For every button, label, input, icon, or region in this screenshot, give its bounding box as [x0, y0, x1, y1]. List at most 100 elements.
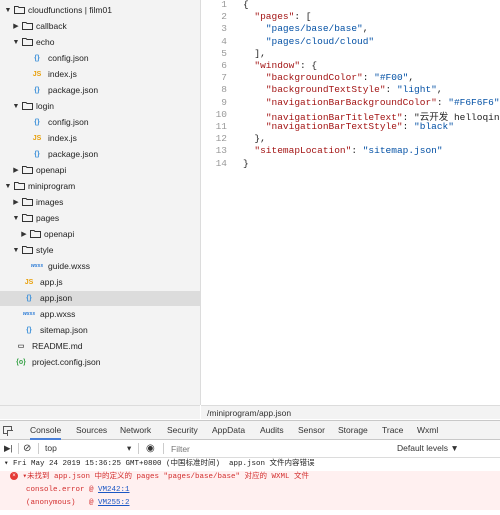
- chevron-down-icon[interactable]: ▼: [12, 243, 20, 258]
- code-line[interactable]: "navigationBarTextStyle": "black": [243, 121, 454, 132]
- code-line[interactable]: "pages/base/base",: [243, 23, 369, 34]
- tree-item-label: style: [36, 245, 54, 255]
- code-line[interactable]: "sitemapLocation": "sitemap.json": [243, 145, 442, 156]
- tree-item-label: app.wxss: [40, 309, 76, 319]
- code-line[interactable]: },: [243, 133, 265, 144]
- tab-security[interactable]: Security: [167, 421, 198, 440]
- line-number: 9: [221, 96, 227, 108]
- devtools-tab-bar: Console Sources Network Security AppData Audi…: [0, 420, 500, 440]
- stack-link[interactable]: VM242:1: [98, 486, 130, 494]
- chevron-down-icon[interactable]: ▼: [12, 35, 20, 50]
- tab-appdata[interactable]: AppData: [212, 421, 245, 440]
- tree-item-label: miniprogram: [28, 181, 76, 191]
- folder-icon: [22, 22, 33, 30]
- toolbar-separator: [38, 443, 39, 454]
- json-file-icon: {}: [26, 327, 32, 334]
- stack-link[interactable]: VM255:2: [98, 499, 130, 507]
- code-line[interactable]: "backgroundTextStyle": "light",: [243, 84, 443, 95]
- line-number: 1: [221, 0, 227, 10]
- code-line[interactable]: "window": {: [243, 60, 317, 71]
- chevron-down-icon: ▾: [127, 443, 132, 453]
- json-file-icon: {}: [34, 87, 40, 94]
- line-number: 6: [221, 60, 227, 71]
- filter-input[interactable]: [168, 442, 384, 455]
- line-number: 12: [215, 133, 227, 145]
- stack-frame-text: (anonymous) @: [26, 499, 99, 507]
- tree-item-label: config.json: [48, 53, 89, 63]
- js-file-icon: JS: [32, 135, 42, 142]
- stack-frame-text: console.error @: [26, 486, 99, 494]
- js-file-icon: JS: [24, 279, 34, 286]
- code-line[interactable]: "pages": [: [243, 11, 311, 22]
- eye-icon[interactable]: ◉: [146, 440, 155, 457]
- tab-storage[interactable]: Storage: [338, 421, 368, 440]
- tree-item-label: openapi: [36, 165, 67, 175]
- inspect-element-icon[interactable]: [3, 426, 13, 436]
- tree-item-label: index.js: [48, 69, 77, 79]
- folder-icon: [30, 230, 41, 238]
- folder-icon: [22, 102, 33, 110]
- folder-icon: [14, 182, 25, 190]
- code-line[interactable]: {: [243, 0, 249, 10]
- context-label: top: [45, 443, 57, 453]
- tree-item-label: pages: [36, 213, 60, 223]
- tree-item-label: index.js: [48, 133, 77, 143]
- code-line[interactable]: ],: [243, 48, 265, 59]
- console-output: ▾ Fri May 24 2019 15:36:25 GMT+0800 (中国标…: [0, 458, 500, 515]
- code-editor[interactable]: 1 {2 "pages": [3 "pages/base/base", 4 "pag…: [201, 0, 500, 405]
- tab-trace[interactable]: Trace: [382, 421, 403, 440]
- tree-item-label: config.json: [48, 117, 89, 127]
- tree-file[interactable]: {} app.json: [0, 291, 200, 306]
- chevron-right-icon[interactable]: ▶: [12, 163, 20, 178]
- tab-network[interactable]: Network: [120, 421, 151, 440]
- tab-wxml[interactable]: Wxml: [417, 421, 438, 440]
- line-number: 7: [221, 72, 227, 84]
- console-toolbar: ▶| ⊘ top ▾ ◉ Default levels ▼: [0, 440, 500, 458]
- tree-item-label: images: [36, 197, 64, 207]
- line-number: 10: [215, 108, 227, 120]
- chevron-down-icon[interactable]: ▼: [12, 99, 20, 114]
- line-number: 2: [221, 11, 227, 23]
- chevron-right-icon[interactable]: ▶: [12, 19, 20, 34]
- tree-item-label: README.md: [32, 341, 83, 351]
- tree-item-label: project.config.json: [32, 357, 101, 367]
- chevron-down-icon[interactable]: ▼: [4, 3, 12, 18]
- chevron-down-icon[interactable]: ▼: [4, 179, 12, 194]
- json-file-icon: {}: [34, 151, 40, 158]
- json-file-icon: {}: [34, 119, 40, 126]
- error-icon: ×: [0, 472, 18, 481]
- tab-sources[interactable]: Sources: [76, 421, 107, 440]
- tree-item-label: guide.wxss: [48, 261, 91, 271]
- proj-file-icon: {o}: [16, 359, 26, 366]
- stack-frame: (anonymous) @ VM255:2: [0, 497, 500, 510]
- tree-item-label: package.json: [48, 149, 99, 159]
- md-file-icon: ▭: [17, 343, 25, 350]
- code-line[interactable]: "navigationBarBackgroundColor": "#F6F6F6…: [243, 97, 500, 108]
- folder-icon: [22, 214, 33, 222]
- code-line[interactable]: }: [243, 158, 249, 169]
- toolbar-separator: [138, 443, 139, 454]
- chevron-right-icon[interactable]: ▶: [12, 195, 20, 210]
- code-line[interactable]: "backgroundColor": "#F00",: [243, 72, 414, 83]
- file-path-bar: /miniprogram/app.json: [201, 405, 500, 419]
- toolbar-separator: [18, 443, 19, 454]
- code-line[interactable]: "pages/cloud/cloud": [243, 36, 374, 47]
- console-group-header[interactable]: ▾ Fri May 24 2019 15:36:25 GMT+0800 (中国标…: [0, 458, 500, 471]
- tab-audits[interactable]: Audits: [260, 421, 284, 440]
- wxss-file-icon: wxss: [30, 263, 44, 269]
- context-selector[interactable]: top ▾: [45, 440, 135, 457]
- tree-item-label: login: [36, 101, 54, 111]
- console-error-line[interactable]: × ▾未找到 app.json 中的定义的 pages "pages/base/…: [0, 471, 500, 484]
- sidebar-toggle-icon[interactable]: ▶|: [4, 440, 13, 457]
- tree-item-label: app.json: [40, 293, 73, 303]
- log-levels-dropdown[interactable]: Default levels ▼: [397, 440, 459, 457]
- tree-item-label: app.js: [40, 277, 63, 287]
- tab-console[interactable]: Console: [30, 421, 62, 440]
- chevron-down-icon[interactable]: ▼: [12, 211, 20, 226]
- tab-sensor[interactable]: Sensor: [298, 421, 325, 440]
- line-number: 11: [215, 121, 227, 132]
- clear-console-icon[interactable]: ⊘: [23, 440, 31, 457]
- tree-item-label: openapi: [44, 229, 75, 239]
- js-file-icon: JS: [32, 71, 42, 78]
- chevron-right-icon[interactable]: ▶: [20, 227, 28, 242]
